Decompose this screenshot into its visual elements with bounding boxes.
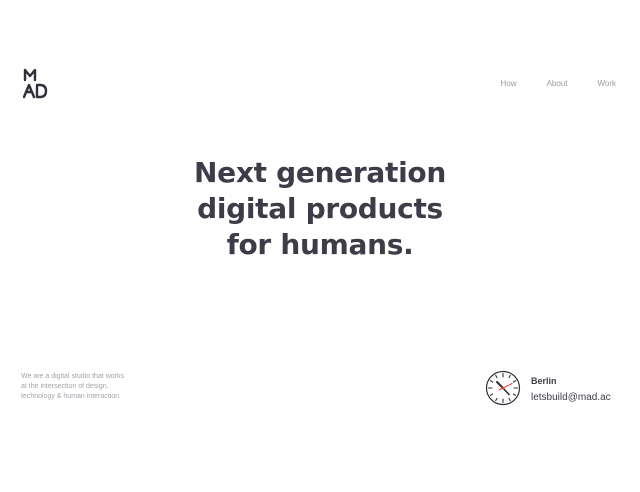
contact-block: Berlin letsbuild@mad.ac [531, 375, 611, 406]
main-nav: How About Work [471, 79, 616, 88]
hero-line-2: digital products [197, 192, 443, 225]
nav-link-how[interactable]: How [501, 79, 517, 88]
intro-line-3: technology & human interaction. [21, 393, 122, 400]
contact-city: Berlin [531, 376, 557, 386]
contact-email-link[interactable]: letsbuild@mad.ac [531, 392, 611, 403]
hero-headline: Next generation digital products for hum… [0, 155, 640, 263]
landing-page: How About Work Next generation digital p… [0, 0, 640, 492]
mad-logo[interactable] [23, 67, 49, 99]
intro-line-1: We are a digital studio that works [21, 373, 124, 380]
hero-line-1: Next generation [194, 156, 446, 189]
clock-icon [485, 370, 521, 406]
nav-link-about[interactable]: About [547, 79, 568, 88]
hero-line-3: for humans. [226, 228, 414, 261]
studio-intro: We are a digital studio that works at th… [21, 372, 151, 402]
intro-line-2: at the intersection of design, [21, 383, 109, 390]
nav-link-work[interactable]: Work [597, 79, 616, 88]
